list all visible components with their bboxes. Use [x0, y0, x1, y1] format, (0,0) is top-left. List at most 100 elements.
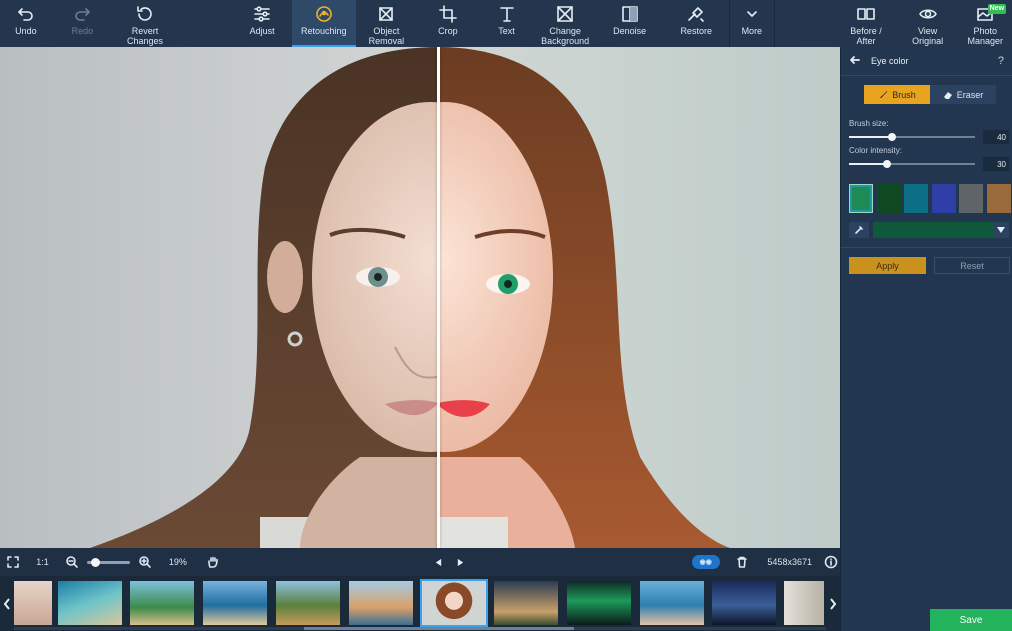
color-swatch[interactable]	[959, 184, 983, 213]
denoise-button[interactable]: Denoise	[596, 0, 664, 47]
image-info-button[interactable]	[822, 555, 840, 569]
color-swatch[interactable]	[931, 184, 956, 213]
filmstrip-scroll-thumb[interactable]	[304, 627, 574, 630]
retouching-icon	[313, 3, 335, 25]
color-dropdown[interactable]	[873, 222, 1009, 238]
eyedropper-icon	[855, 226, 863, 234]
undo-button[interactable]: Undo	[0, 0, 52, 47]
denoise-icon	[619, 3, 641, 25]
thumbnail-night[interactable]	[712, 581, 776, 625]
restore-label: Restore	[680, 26, 712, 36]
trash-icon	[737, 556, 748, 568]
new-badge: New	[987, 4, 1007, 14]
brush-size-label: Brush size:	[849, 119, 889, 128]
compare-toggle[interactable]: ◉◉	[686, 555, 725, 569]
reset-button[interactable]: Reset	[934, 257, 1010, 274]
thumbnail-waves[interactable]	[640, 581, 704, 625]
photo-manager-label: Photo Manager	[967, 26, 1003, 46]
filmstrip-scrollbar[interactable]	[14, 627, 826, 630]
crop-label: Crop	[438, 26, 458, 36]
save-button[interactable]: Save	[930, 609, 1012, 631]
chevron-left-icon	[3, 597, 10, 610]
before-after-divider[interactable]	[437, 47, 440, 548]
revert-changes-button[interactable]: Revert Changes	[113, 0, 177, 47]
previous-image-button[interactable]	[428, 558, 450, 567]
thumbnail-harbor[interactable]	[349, 581, 413, 625]
eraser-button[interactable]: Eraser	[930, 85, 996, 104]
retouching-label: Retouching	[300, 26, 347, 36]
thumbnail-island[interactable]	[276, 581, 340, 625]
before-after-button[interactable]: Before / After	[835, 0, 897, 47]
brush-size-value[interactable]: 40	[983, 130, 1009, 144]
hand-icon	[207, 556, 218, 568]
more-button[interactable]: More	[730, 0, 774, 47]
redo-button[interactable]: Redo	[52, 0, 114, 47]
color-intensity-fill	[849, 163, 887, 165]
thumbnail-portrait[interactable]	[420, 579, 488, 627]
actual-size-button[interactable]: 1:1	[28, 557, 58, 567]
color-swatch[interactable]	[876, 184, 901, 213]
thumbnail-interior[interactable]	[784, 581, 824, 625]
retouching-button[interactable]: Retouching	[291, 0, 356, 47]
fit-to-screen-button[interactable]	[2, 555, 24, 569]
adjust-label: Adjust	[249, 26, 275, 36]
object-removal-label: Object Removal	[368, 26, 405, 46]
apply-button[interactable]: Apply	[849, 257, 926, 274]
zoom-slider[interactable]	[87, 557, 131, 567]
zoom-in-button[interactable]	[136, 555, 154, 569]
change-background-label: Change Background	[541, 26, 590, 46]
adjust-button[interactable]: Adjust	[232, 0, 292, 47]
thumbnail-aurora[interactable]	[567, 581, 631, 625]
color-swatch[interactable]	[904, 184, 928, 213]
zoom-out-button[interactable]	[63, 555, 81, 569]
brush-button[interactable]: Brush	[864, 85, 930, 104]
change-background-button[interactable]: Change Background	[534, 0, 596, 47]
zoom-in-icon	[139, 556, 152, 568]
filmstrip-next-button[interactable]	[826, 576, 840, 631]
color-swatch[interactable]	[849, 184, 873, 213]
arrow-left-icon	[850, 56, 860, 64]
object-removal-button[interactable]: Object Removal	[356, 0, 418, 47]
color-intensity-value[interactable]: 30	[983, 157, 1009, 171]
back-button[interactable]	[849, 54, 861, 68]
delete-button[interactable]	[731, 555, 753, 569]
photo-canvas[interactable]	[0, 47, 840, 548]
zoom-out-icon	[66, 556, 78, 568]
thumbnail-palms[interactable]	[130, 581, 194, 625]
filmstrip-prev-button[interactable]	[0, 576, 14, 631]
view-original-button[interactable]: View Original	[897, 0, 959, 47]
brush-label: Brush	[892, 89, 916, 100]
color-intensity-slider[interactable]	[849, 160, 975, 168]
thumbnail-house[interactable]	[494, 581, 558, 625]
thumbnail-ocean[interactable]	[58, 581, 122, 625]
brush-size-handle[interactable]	[887, 133, 896, 141]
eyedropper-button[interactable]	[849, 222, 869, 238]
thumbnail-coast[interactable]	[203, 581, 267, 625]
fit-screen-icon	[7, 556, 19, 568]
thumbnail-beach[interactable]	[14, 581, 52, 625]
panel-header: Eye color ?	[841, 47, 1012, 75]
revert-icon	[134, 3, 156, 25]
brush-size-slider[interactable]	[849, 133, 975, 141]
text-button[interactable]: Text	[479, 0, 535, 47]
object-removal-icon	[375, 3, 397, 25]
color-intensity-handle[interactable]	[882, 160, 891, 168]
help-button[interactable]: ?	[998, 55, 1004, 67]
zoom-slider-handle[interactable]	[91, 557, 101, 567]
info-icon	[824, 555, 838, 569]
revert-changes-label: Revert Changes	[126, 26, 164, 46]
hand-tool-button[interactable]	[202, 555, 224, 569]
color-swatch[interactable]	[986, 184, 1011, 213]
crop-button[interactable]: Crop	[417, 0, 479, 47]
restore-button[interactable]: Restore	[663, 0, 729, 47]
next-image-button[interactable]	[449, 558, 471, 567]
brush-icon	[880, 90, 888, 98]
eraser-icon	[943, 91, 952, 99]
view-original-label: View Original	[912, 26, 944, 46]
play-right-icon	[457, 558, 463, 566]
eraser-label: Eraser	[956, 89, 984, 100]
photo-manager-button[interactable]: Photo Manager New	[958, 0, 1012, 47]
undo-label: Undo	[15, 26, 37, 36]
